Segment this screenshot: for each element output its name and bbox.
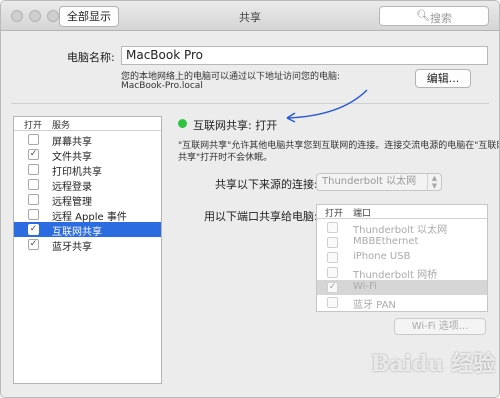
port-row-iphone-usb[interactable]: iPhone USB [317,250,487,265]
service-label: 远程 Apple 事件 [52,212,127,223]
port-col-port-header: 端口 [353,209,372,219]
port-checkbox[interactable] [327,267,338,278]
service-label: 打印机共享 [52,167,102,178]
service-label: 远程管理 [52,197,92,208]
port-checkbox[interactable] [327,237,338,248]
port-checkbox[interactable]: ✓ [327,282,338,293]
share-from-select[interactable]: Thunderbolt 以太网 ▲ ▼ [316,173,442,191]
titlebar: 全部显示 共享 🔍︎ 搜索 [1,1,499,31]
description-line-2: 共享"打开时不会休眠。 [178,153,273,163]
col-on-header: 打开 [24,121,43,131]
edit-button[interactable]: 编辑... [415,69,471,88]
port-label: iPhone USB [353,251,411,262]
service-checkbox[interactable] [28,134,39,145]
local-address: MacBook-Pro.local [121,81,203,91]
search-field[interactable]: 🔍︎ 搜索 [379,6,489,26]
computer-name-field[interactable]: MacBook Pro [121,46,488,65]
port-row-thunderbolt-ethernet[interactable]: Thunderbolt 以太网 [317,220,487,236]
port-label: MBBEthernet [353,236,419,247]
service-row-remote-login[interactable]: 远程登录 [14,177,161,193]
service-label: 互联网共享 [52,227,102,238]
service-row-remote-management[interactable]: 远程管理 [14,192,161,208]
annotation-arrow-icon [286,89,368,123]
port-checkbox[interactable] [327,222,338,233]
service-checkbox[interactable]: ✓ [28,239,39,250]
service-row-screen-sharing[interactable]: 屏幕共享 [14,132,161,148]
port-col-on-header: 打开 [325,209,344,219]
port-row-bluetooth-pan[interactable]: 蓝牙 PAN [317,295,487,311]
computer-name-label: 电脑名称: [67,51,115,64]
service-row-bluetooth-sharing[interactable]: ✓ 蓝牙共享 [14,237,161,253]
services-header: 打开 服务 [14,117,161,131]
service-label: 远程登录 [52,182,92,193]
service-checkbox[interactable] [28,164,39,175]
share-to-label: 用以下端口共享给电脑: [204,210,318,223]
port-label: Thunderbolt 以太网 [353,225,448,236]
search-placeholder: 搜索 [430,12,452,25]
service-row-remote-apple-events[interactable]: 远程 Apple 事件 [14,207,161,223]
chevron-up-down-icon: ▲ ▼ [427,174,441,190]
share-from-label: 共享以下来源的连接: [215,178,318,191]
col-service-header: 服务 [52,121,71,131]
magnifier-icon: 🔍︎ [416,9,430,22]
port-checkbox[interactable] [327,297,338,308]
ports-header: 打开 端口 [317,205,487,219]
ports-list[interactable]: 打开 端口 Thunderbolt 以太网 MBBEthernet iPhone… [316,204,488,312]
port-row-thunderbolt-bridge[interactable]: Thunderbolt 网桥 [317,265,487,281]
service-label: 文件共享 [52,152,92,163]
status-indicator-icon [178,119,187,128]
divider [11,103,489,104]
port-label: Wi-Fi [353,281,377,292]
port-row-wifi[interactable]: ✓ Wi-Fi [317,280,487,295]
port-label: 蓝牙 PAN [353,300,396,311]
service-checkbox[interactable]: ✓ [28,224,39,235]
baidu-watermark: Baidu 经验 [371,351,496,377]
service-row-file-sharing[interactable]: ✓ 文件共享 [14,147,161,163]
sharing-window: 全部显示 共享 🔍︎ 搜索 电脑名称: MacBook Pro 您的本地网络上的… [0,0,500,398]
service-checkbox[interactable] [28,179,39,190]
share-from-value: Thunderbolt 以太网 [322,176,417,187]
service-checkbox[interactable] [28,209,39,220]
status-text: 互联网共享: 打开 [193,119,278,132]
service-checkbox[interactable]: ✓ [28,149,39,160]
service-checkbox[interactable] [28,194,39,205]
port-row-mbbethernet[interactable]: MBBEthernet [317,235,487,250]
services-list[interactable]: 打开 服务 屏幕共享 ✓ 文件共享 打印机共享 远程登录 远程管理 远程 App… [13,116,162,384]
wifi-options-button[interactable]: Wi-Fi 选项... [394,318,486,335]
service-label: 蓝牙共享 [52,242,92,253]
port-label: Thunderbolt 网桥 [353,270,438,281]
port-checkbox[interactable] [327,252,338,263]
service-row-printer-sharing[interactable]: 打印机共享 [14,162,161,178]
service-row-internet-sharing[interactable]: ✓ 互联网共享 [14,222,161,238]
service-label: 屏幕共享 [52,137,92,148]
